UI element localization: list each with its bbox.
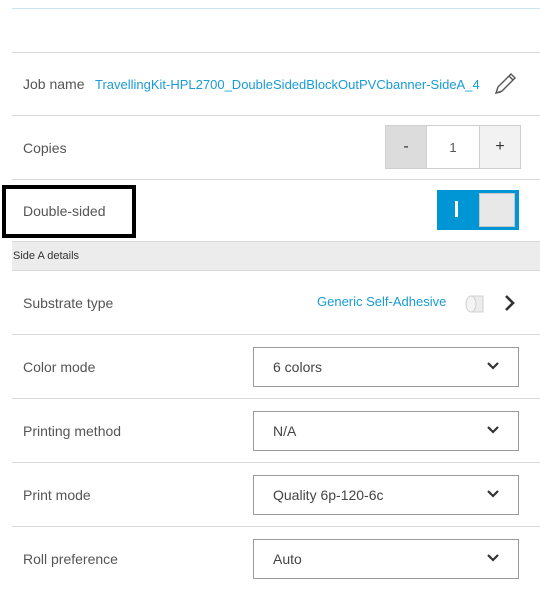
substrate-type-row[interactable]: Substrate type Generic Self-Adhesive [12,271,540,335]
substrate-type-label: Substrate type [23,294,114,311]
roll-preference-select[interactable]: Auto [253,539,519,579]
print-mode-label: Print mode [23,486,91,503]
toggle-knob[interactable] [479,193,515,227]
chevron-down-icon [487,426,499,434]
copies-row: Copies - 1 + [12,116,540,180]
roll-preference-selected: Auto [273,551,302,567]
double-sided-row: Double-sided [12,180,540,242]
chevron-down-icon [487,490,499,498]
double-sided-label: Double-sided [23,202,106,219]
roll-preference-label: Roll preference [23,551,118,567]
printing-method-select[interactable]: N/A [253,411,519,451]
copies-value[interactable]: 1 [427,126,479,168]
printing-method-selected: N/A [273,423,297,439]
roll-preference-row: Roll preference Auto [12,527,540,591]
substrate-roll-icon [465,295,484,313]
toggle-on-mark [455,201,458,217]
color-mode-selected: 6 colors [273,359,323,375]
top-divider [12,0,540,9]
job-name-value: TravellingKit-HPL2700_DoubleSidedBlockOu… [95,77,480,92]
substrate-type-value[interactable]: Generic Self-Adhesive [317,294,446,309]
copies-label: Copies [23,139,67,156]
chevron-down-icon [487,554,499,562]
print-mode-select[interactable]: Quality 6p-120-6c [253,475,519,515]
color-mode-row: Color mode 6 colors [12,335,540,399]
color-mode-label: Color mode [23,358,96,375]
color-mode-select[interactable]: 6 colors [253,347,519,387]
pencil-edit-icon[interactable] [492,71,518,97]
printing-method-label: Printing method [23,422,122,439]
print-mode-selected: Quality 6p-120-6c [273,487,384,503]
job-name-row: Job name TravellingKit-HPL2700_DoubleSid… [12,52,540,116]
copies-decrement-button[interactable]: - [386,126,427,168]
print-mode-row: Print mode Quality 6p-120-6c [12,463,540,527]
side-a-section-header: Side A details [12,242,540,271]
copies-stepper: - 1 + [385,125,521,169]
chevron-down-icon [487,362,499,370]
double-sided-toggle[interactable] [437,190,519,230]
copies-increment-button[interactable]: + [479,126,520,168]
chevron-right-icon[interactable] [503,293,517,313]
job-name-label: Job name [23,76,85,92]
printing-method-row: Printing method N/A [12,399,540,463]
